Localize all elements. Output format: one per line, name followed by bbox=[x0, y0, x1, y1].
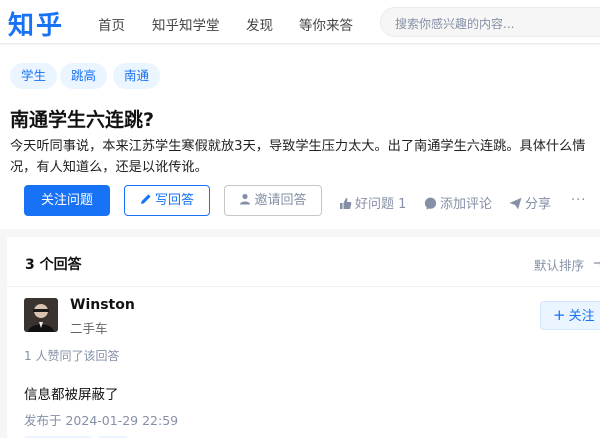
pencil-icon bbox=[140, 194, 151, 204]
person-icon bbox=[240, 193, 251, 205]
top-nav: 知乎 首页 知乎知学堂 发现 等你来答 搜索你感兴趣的内容... bbox=[0, 0, 600, 44]
question-description: 今天听同事说，本来江苏学生寒假就放3天，导致学生压力太大。出了南通学生六连跳。具… bbox=[10, 139, 586, 175]
topic-tag-high-jump[interactable]: 跳高 bbox=[60, 63, 108, 89]
topic-tag-student[interactable]: 学生 bbox=[10, 63, 58, 89]
author-avatar[interactable] bbox=[24, 298, 58, 332]
topic-tag-nantong[interactable]: 南通 bbox=[113, 63, 161, 89]
follow-author-label: 关注 bbox=[568, 309, 595, 324]
share-label: 分享 bbox=[525, 197, 552, 212]
nav-discover[interactable]: 发现 bbox=[246, 14, 273, 34]
author-name[interactable]: Winston bbox=[70, 297, 135, 313]
publish-time[interactable]: 发布于 2024-01-29 22:59 bbox=[24, 410, 178, 429]
follow-author-button[interactable]: + 关注 bbox=[540, 301, 600, 330]
nav-home[interactable]: 首页 bbox=[98, 14, 125, 34]
write-answer-button[interactable]: 写回答 bbox=[124, 185, 210, 216]
invite-answer-button[interactable]: 邀请回答 bbox=[224, 185, 322, 216]
agree-count: 1 人赞同了该回答 bbox=[24, 349, 120, 363]
nav-waiting-answers[interactable]: 等你来答 bbox=[299, 14, 353, 34]
answers-card: 3 个回答 默认排序 Winston 二手车 + 关注 1 人赞同了该回答 信息都… bbox=[7, 237, 600, 438]
question-title: 南通学生六连跳? bbox=[10, 109, 155, 131]
zhihu-logo[interactable]: 知乎 bbox=[8, 5, 64, 42]
share-button[interactable]: 分享 bbox=[509, 193, 551, 212]
follow-question-button[interactable]: 关注问题 bbox=[24, 185, 110, 216]
page: 知乎 首页 知乎知学堂 发现 等你来答 搜索你感兴趣的内容... 学生 跳高 南… bbox=[0, 0, 600, 438]
good-question-button[interactable]: 好问题 1 bbox=[339, 193, 406, 212]
thumbs-up-icon bbox=[340, 198, 352, 209]
more-actions-button[interactable]: ··· bbox=[571, 193, 586, 208]
add-comment-label: 添加评论 bbox=[440, 197, 493, 212]
nav-zhixuetang[interactable]: 知乎知学堂 bbox=[152, 14, 220, 34]
sort-dropdown[interactable]: 默认排序 bbox=[534, 255, 600, 274]
search-input[interactable]: 搜索你感兴趣的内容... bbox=[380, 7, 600, 37]
answer-content: 信息都被屏蔽了 bbox=[24, 387, 119, 403]
sort-label: 默认排序 bbox=[534, 258, 585, 273]
answer-count: 3 个回答 bbox=[25, 257, 82, 273]
switch-icon bbox=[594, 261, 600, 265]
paper-plane-icon bbox=[509, 197, 522, 210]
good-question-label: 好问题 1 bbox=[355, 197, 407, 212]
answers-header: 3 个回答 默认排序 bbox=[7, 237, 600, 287]
plus-icon: + bbox=[553, 306, 566, 324]
question-header: 学生 跳高 南通 南通学生六连跳? 今天听同事说，本来江苏学生寒假就放3天，导致… bbox=[0, 45, 600, 229]
invite-answer-label: 邀请回答 bbox=[254, 193, 307, 208]
add-comment-button[interactable]: 添加评论 bbox=[424, 193, 492, 212]
comment-icon bbox=[424, 197, 437, 210]
write-answer-label: 写回答 bbox=[154, 193, 194, 208]
author-headline: 二手车 bbox=[70, 321, 108, 336]
